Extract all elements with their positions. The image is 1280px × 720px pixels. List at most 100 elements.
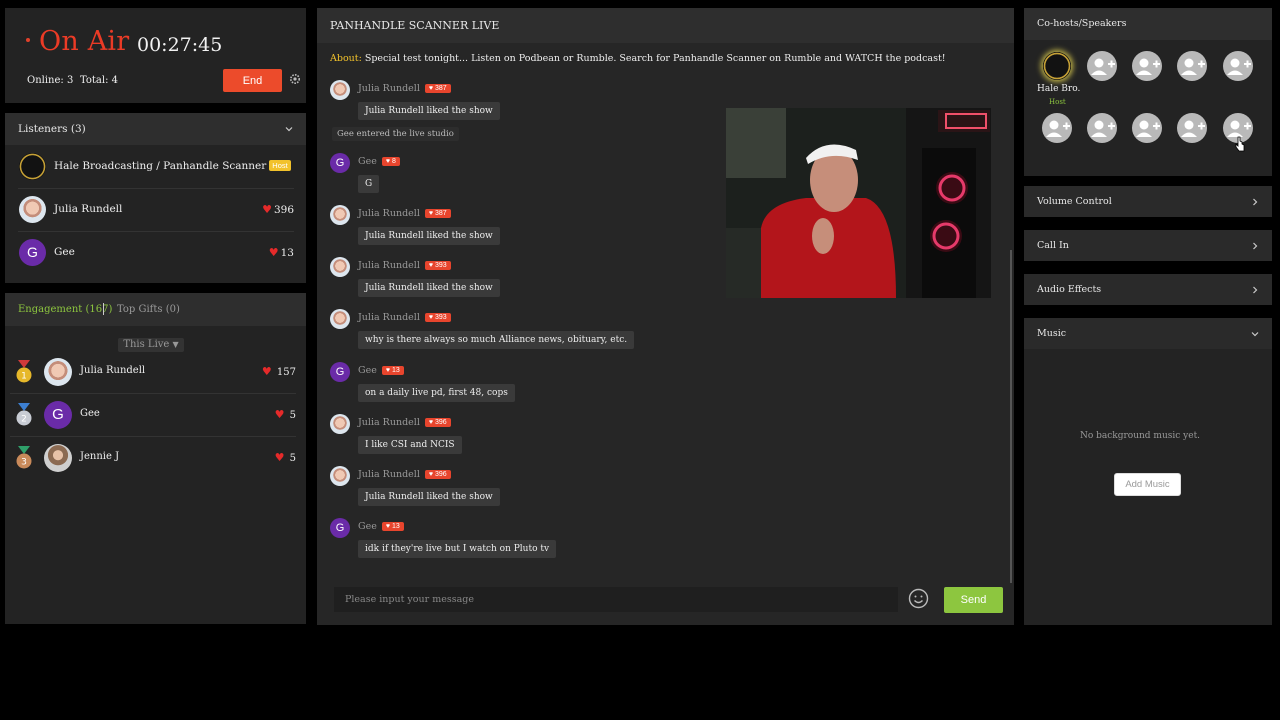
listener-hearts: ♥ 396 bbox=[262, 203, 294, 216]
chevron-down-icon[interactable] bbox=[284, 124, 294, 134]
listener-row[interactable]: G Gee ♥ 13 bbox=[18, 232, 294, 275]
level-badge: ♥ 393 bbox=[424, 261, 451, 270]
mouse-cursor-icon bbox=[1235, 136, 1245, 152]
section-title: Music bbox=[1037, 328, 1067, 339]
message-bubble: Julia Rundell liked the show bbox=[358, 279, 500, 297]
chat-scrollbar[interactable] bbox=[1010, 250, 1012, 583]
message-bubble: I like CSI and NCIS bbox=[358, 436, 462, 454]
engager-name: Gee bbox=[80, 408, 100, 419]
avatar bbox=[330, 309, 350, 329]
silver-medal-icon: 2 bbox=[16, 403, 32, 426]
no-music-text: No background music yet. bbox=[1079, 431, 1201, 441]
add-music-button[interactable]: Add Music bbox=[1114, 473, 1181, 496]
engagement-row[interactable]: 3 Jennie J ♥ 5 bbox=[10, 437, 296, 480]
add-speaker-slot-icon[interactable] bbox=[1177, 51, 1207, 81]
avatar bbox=[44, 358, 72, 386]
add-speaker-slot-icon[interactable] bbox=[1087, 51, 1117, 81]
tab-engagement[interactable]: Engagement (167) bbox=[18, 304, 112, 315]
volume-control-section[interactable]: Volume Control bbox=[1024, 186, 1272, 217]
message-bubble: Julia Rundell liked the show bbox=[358, 102, 500, 120]
tab-divider bbox=[103, 303, 104, 315]
message-input[interactable] bbox=[334, 587, 898, 612]
add-speaker-slot-icon[interactable] bbox=[1223, 51, 1253, 81]
total-count: Total: 4 bbox=[80, 75, 119, 86]
message-bubble: on a daily live pd, first 48, cops bbox=[358, 384, 515, 402]
sender-line: Julia Rundell ♥ 387 bbox=[358, 83, 451, 94]
about-label: About: bbox=[330, 53, 362, 64]
gear-icon[interactable] bbox=[289, 73, 301, 85]
avatar bbox=[44, 444, 72, 472]
avatar: G bbox=[330, 518, 350, 538]
audio-effects-section[interactable]: Audio Effects bbox=[1024, 274, 1272, 305]
webcam-video[interactable] bbox=[726, 108, 991, 298]
section-title: Volume Control bbox=[1037, 196, 1112, 207]
music-header[interactable]: Music bbox=[1024, 318, 1272, 349]
about-line: About: Special test tonight... Listen on… bbox=[330, 53, 946, 64]
add-speaker-slot-icon[interactable] bbox=[1087, 113, 1117, 143]
add-speaker-slot-icon[interactable] bbox=[1042, 113, 1072, 143]
listener-row[interactable]: Hale Broadcasting / Panhandle Scanner Hos… bbox=[18, 146, 294, 189]
level-badge: ♥ 13 bbox=[381, 522, 404, 531]
engager-hearts: ♥ 5 bbox=[274, 408, 296, 421]
sender-line: Gee ♥ 13 bbox=[358, 365, 404, 376]
engagement-row[interactable]: 1 Julia Rundell ♥ 157 bbox=[10, 351, 296, 394]
avatar bbox=[330, 80, 350, 100]
call-in-section[interactable]: Call In bbox=[1024, 230, 1272, 261]
message-bubble: Julia Rundell liked the show bbox=[358, 488, 500, 506]
emoji-icon[interactable] bbox=[908, 588, 929, 609]
listeners-header[interactable]: Listeners (3) bbox=[5, 113, 306, 145]
this-live-dropdown[interactable]: This Live ▼ bbox=[118, 338, 184, 352]
avatar bbox=[330, 466, 350, 486]
avatar bbox=[330, 257, 350, 277]
level-badge: ♥ 387 bbox=[424, 209, 451, 218]
level-badge: ♥ 396 bbox=[424, 470, 451, 479]
sender-line: Julia Rundell ♥ 396 bbox=[358, 469, 451, 480]
message-bubble: G bbox=[358, 175, 380, 193]
listener-name: Gee bbox=[54, 246, 75, 258]
sender-line: Julia Rundell ♥ 387 bbox=[358, 208, 451, 219]
chevron-down-icon: ▼ bbox=[172, 340, 179, 349]
listener-name: Julia Rundell bbox=[54, 203, 123, 215]
chevron-right-icon bbox=[1253, 286, 1258, 294]
listener-row[interactable]: Julia Rundell ♥ 396 bbox=[18, 189, 294, 232]
engagement-panel: Engagement (167) Top Gifts (0) This Live… bbox=[5, 293, 306, 624]
chevron-down-icon[interactable] bbox=[1250, 329, 1260, 339]
add-speaker-slot-icon[interactable] bbox=[1177, 113, 1207, 143]
add-speaker-slot-icon[interactable] bbox=[1132, 51, 1162, 81]
avatar: G bbox=[19, 239, 46, 266]
bronze-medal-icon: 3 bbox=[16, 446, 32, 469]
online-count: Online: 3 bbox=[27, 75, 74, 86]
level-badge: ♥ 13 bbox=[381, 366, 404, 375]
level-badge: ♥ 396 bbox=[424, 418, 451, 427]
svg-text:3: 3 bbox=[21, 458, 27, 468]
end-broadcast-button[interactable]: End bbox=[223, 69, 282, 92]
chat-header: PANHANDLE SCANNER LIVE bbox=[317, 8, 1014, 43]
engagement-row[interactable]: 2 G Gee ♥ 5 bbox=[10, 394, 296, 437]
cohosts-title: Co-hosts/Speakers bbox=[1037, 18, 1127, 29]
tab-top-gifts[interactable]: Top Gifts (0) bbox=[117, 304, 180, 315]
add-speaker-slot-icon[interactable] bbox=[1132, 113, 1162, 143]
about-text: Special test tonight... Listen on Podbea… bbox=[364, 53, 946, 64]
listener-name: Hale Broadcasting / Panhandle Scanner Hos… bbox=[54, 160, 291, 172]
on-air-panel: On Air 00:27:45 Online: 3 Total: 4 End bbox=[5, 8, 306, 103]
send-button[interactable]: Send bbox=[944, 587, 1003, 613]
sender-line: Julia Rundell ♥ 396 bbox=[358, 417, 451, 428]
message-bubble: why is there always so much Alliance new… bbox=[358, 331, 635, 349]
avatar bbox=[330, 414, 350, 434]
heart-icon: ♥ bbox=[274, 408, 285, 421]
heart-icon: ♥ bbox=[268, 246, 279, 259]
heart-icon: ♥ bbox=[274, 451, 285, 464]
level-badge: ♥ 393 bbox=[424, 313, 451, 322]
sender-line: Julia Rundell ♥ 393 bbox=[358, 260, 451, 271]
message-bubble: Julia Rundell liked the show bbox=[358, 227, 500, 245]
listeners-title: Listeners (3) bbox=[18, 123, 86, 135]
engager-hearts: ♥ 157 bbox=[261, 365, 296, 378]
svg-text:2: 2 bbox=[21, 415, 27, 425]
host-avatar[interactable] bbox=[1043, 52, 1071, 80]
gold-medal-icon: 1 bbox=[16, 360, 32, 383]
sender-line: Gee ♥ 13 bbox=[358, 521, 404, 532]
host-tag: Host bbox=[1049, 98, 1066, 106]
engager-name: Julia Rundell bbox=[80, 365, 146, 376]
video-frame bbox=[726, 108, 991, 298]
level-badge: ♥ 387 bbox=[424, 84, 451, 93]
